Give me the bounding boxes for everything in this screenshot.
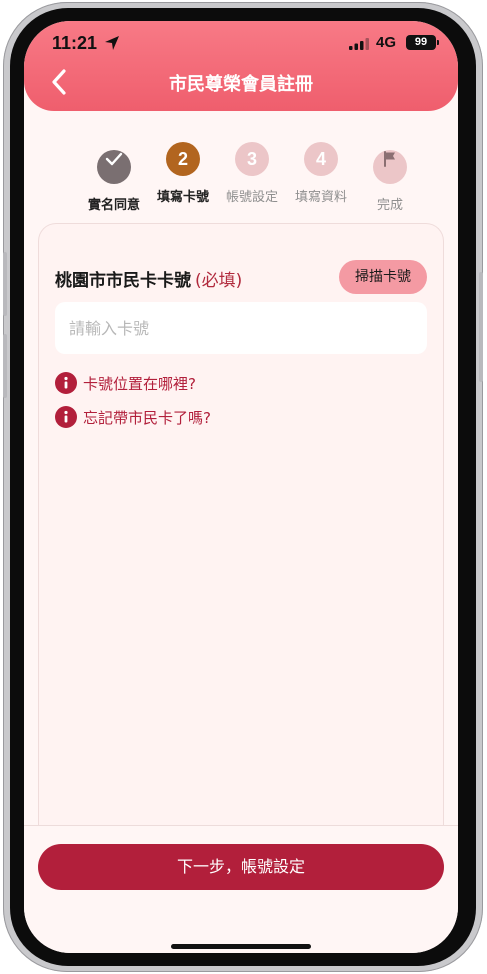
card-location-help-link[interactable]: 卡號位置在哪裡? <box>55 372 196 396</box>
volume-down-button <box>3 334 7 398</box>
app-screen: 11:21 4G 99 市民尊榮會員註冊 實名同意 2 填寫卡號 3 帳號設定 … <box>24 21 458 953</box>
step-label: 實名同意 <box>87 198 140 213</box>
step-1: 實名同意 <box>79 142 149 213</box>
signal-bars-icon <box>349 38 369 50</box>
battery-tip <box>437 40 439 45</box>
step-label: 填寫卡號 <box>156 190 209 205</box>
header: 11:21 4G 99 市民尊榮會員註冊 <box>24 21 458 111</box>
power-button <box>479 272 483 382</box>
card-number-form: 桃園市市民卡卡號(必填) 掃描卡號 卡號位置在哪裡? 忘記帶市民卡了嗎? <box>38 223 444 863</box>
page-title: 市民尊榮會員註冊 <box>169 74 313 95</box>
help-link-text: 忘記帶市民卡了嗎? <box>83 408 211 427</box>
status-bar: 11:21 4G 99 <box>24 21 458 65</box>
forgot-card-help-link[interactable]: 忘記帶市民卡了嗎? <box>55 406 211 430</box>
step-label: 帳號設定 <box>225 190 278 205</box>
info-icon <box>55 406 77 428</box>
required-marker: (必填) <box>195 271 243 291</box>
step-2-circle: 2 <box>166 142 200 176</box>
home-indicator[interactable] <box>171 944 311 949</box>
step-5: 完成 <box>355 142 425 213</box>
step-4-circle: 4 <box>304 142 338 176</box>
flag-icon <box>384 151 395 167</box>
step-label: 填寫資料 <box>294 190 347 205</box>
step-3-circle: 3 <box>235 142 269 176</box>
scan-card-button[interactable]: 掃描卡號 <box>339 260 427 294</box>
step-4: 4 填寫資料 <box>286 142 356 205</box>
field-label-text: 桃園市市民卡卡號 <box>55 271 191 291</box>
location-arrow-icon <box>105 36 119 50</box>
battery-icon: 99 <box>406 35 436 50</box>
next-step-button[interactable]: 下一步，帳號設定 <box>38 844 444 890</box>
step-label: 完成 <box>376 198 403 213</box>
card-number-label: 桃園市市民卡卡號 (必填) <box>55 266 242 291</box>
step-2: 2 填寫卡號 <box>148 142 218 205</box>
check-icon <box>105 152 123 166</box>
step-3: 3 帳號設定 <box>217 142 287 205</box>
card-number-input[interactable] <box>55 302 427 354</box>
registration-stepper: 實名同意 2 填寫卡號 3 帳號設定 4 填寫資料 完成 <box>74 142 425 213</box>
info-icon <box>55 372 77 394</box>
status-time: 11:21 <box>52 33 98 53</box>
step-1-circle <box>97 150 131 184</box>
step-5-circle <box>373 150 407 184</box>
network-label: 4G <box>376 34 397 51</box>
volume-up-button <box>3 252 7 316</box>
bottom-action-bar: 下一步，帳號設定 <box>24 825 458 953</box>
help-link-text: 卡號位置在哪裡? <box>83 374 196 393</box>
